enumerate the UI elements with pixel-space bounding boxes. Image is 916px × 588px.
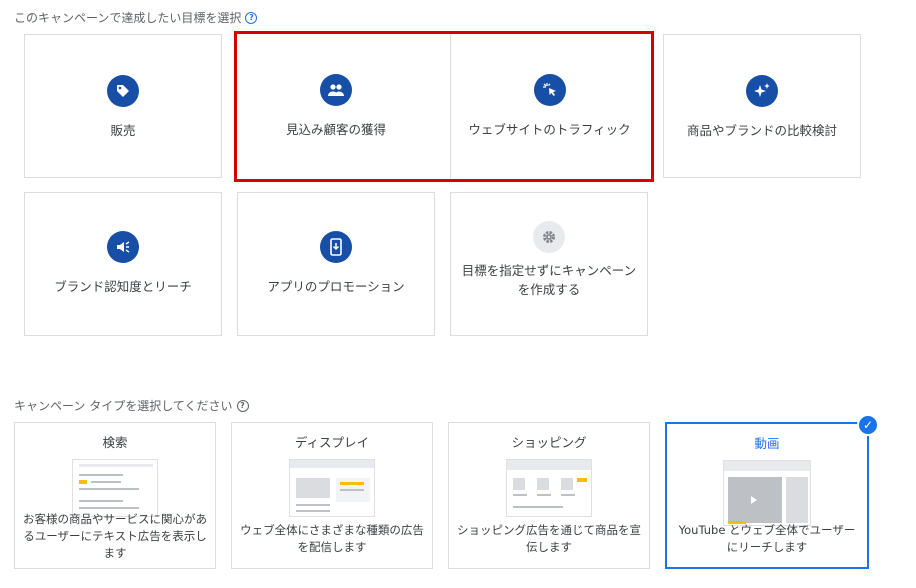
type-name: ディスプレイ: [294, 435, 370, 450]
goal-label: 見込み顧客の獲得: [285, 122, 386, 137]
goal-card-no-goal[interactable]: 目標を指定せずにキャンペーンを作成する: [450, 192, 648, 336]
type-name: ショッピング: [511, 435, 587, 450]
type-name: 検索: [102, 435, 128, 450]
goal-label: ブランド認知度とリーチ: [54, 279, 192, 294]
campaign-type-video[interactable]: 動画 YouTube とウェブ全体でユーザーにリーチします: [665, 422, 869, 569]
play-icon: [751, 496, 757, 504]
cursor-click-icon: [533, 74, 566, 106]
sparkle-icon: [746, 75, 778, 107]
type-description: YouTube とウェブ全体でユーザーにリーチします: [678, 523, 856, 554]
megaphone-icon: [107, 231, 139, 263]
goal-card-awareness[interactable]: ブランド認知度とリーチ: [24, 192, 222, 336]
campaign-type-search[interactable]: 検索 お客様の商品やサービスに関心があるユーザーにテキスト広告を表示します: [14, 422, 216, 569]
goal-label: 目標を指定せずにキャンペーンを作成する: [461, 263, 637, 297]
display-ad-thumbnail: [289, 459, 375, 517]
type-name: 動画: [754, 436, 780, 451]
goal-card-leads[interactable]: 見込み顧客の獲得: [237, 34, 435, 178]
goal-label: ウェブサイトのトラフィック: [468, 122, 631, 137]
video-ad-thumbnail: [723, 460, 811, 526]
type-description: お客様の商品やサービスに関心があるユーザーにテキスト広告を表示します: [23, 512, 207, 560]
goal-label: 販売: [110, 123, 136, 138]
type-section-title: キャンペーン タイプを選択してください ?: [14, 397, 249, 414]
type-description: ショッピング広告を通じて商品を宣伝します: [457, 523, 641, 554]
tag-icon: [107, 75, 139, 107]
goal-card-app-promotion[interactable]: アプリのプロモーション: [237, 192, 435, 336]
search-ad-thumbnail: [72, 459, 158, 517]
type-title-text: キャンペーン タイプを選択してください: [14, 399, 233, 413]
phone-download-icon: [320, 231, 352, 263]
help-circle-icon[interactable]: ?: [236, 399, 249, 412]
goal-card-consideration[interactable]: 商品やブランドの比較検討: [663, 34, 861, 178]
goals-section-title: このキャンペーンで達成したい目標を選択 ?: [14, 9, 258, 26]
goal-label: アプリのプロモーション: [267, 279, 405, 294]
goal-card-traffic[interactable]: ウェブサイトのトラフィック: [450, 34, 648, 178]
campaign-type-display[interactable]: ディスプレイ ウェブ全体にさまざまな種類の広告を配信します: [231, 422, 433, 569]
goal-label: 商品やブランドの比較検討: [686, 123, 837, 138]
type-description: ウェブ全体にさまざまな種類の広告を配信します: [240, 523, 424, 554]
goal-card-sales[interactable]: 販売: [24, 34, 222, 178]
selected-check-icon: ✓: [857, 414, 879, 436]
goals-title-text: このキャンペーンで達成したい目標を選択: [14, 11, 242, 25]
gear-icon: [533, 221, 565, 253]
shopping-ad-thumbnail: [506, 459, 592, 517]
people-icon: [320, 74, 352, 106]
help-circle-icon[interactable]: ?: [245, 11, 258, 24]
campaign-type-shopping[interactable]: ショッピング ショッピング広告を通じて商品を宣伝します: [448, 422, 650, 569]
